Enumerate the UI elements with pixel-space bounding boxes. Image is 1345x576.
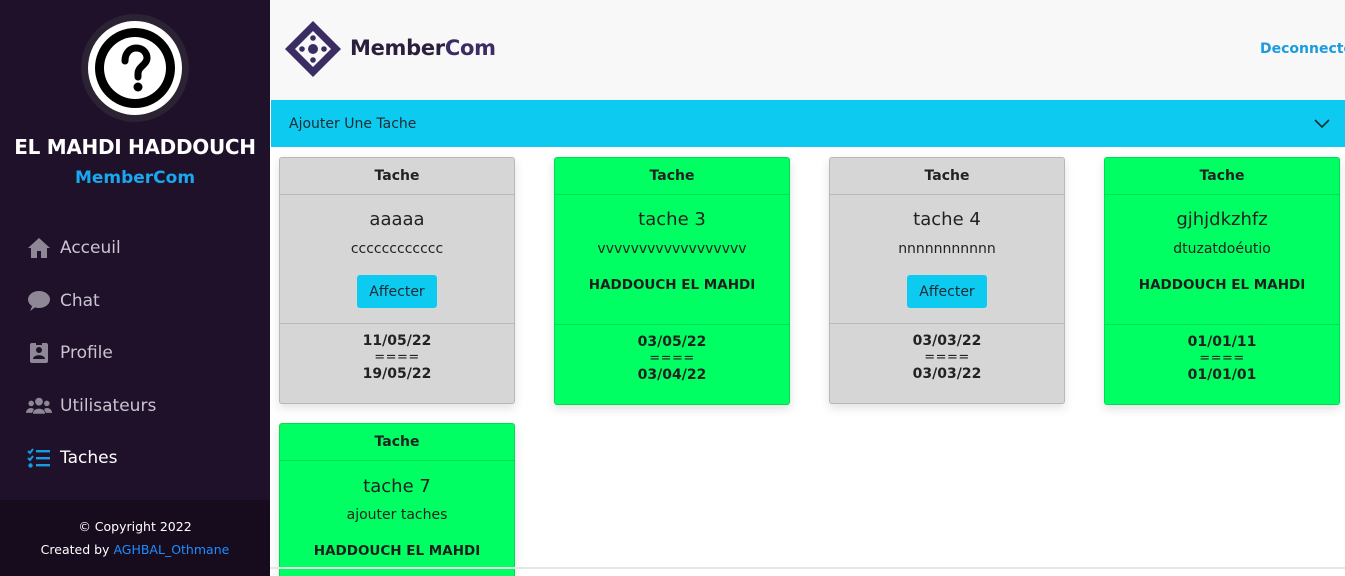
task-dates: 01/01/11 ==== 01/01/01 [1105, 324, 1339, 404]
sidebar-item-label: Chat [60, 290, 100, 311]
users-icon [26, 393, 52, 419]
task-card-body: tache 4 nnnnnnnnnnn Affecter [830, 195, 1064, 323]
task-description: ajouter taches [346, 507, 448, 523]
task-card-header: Tache [830, 158, 1064, 195]
task-date-start: 03/03/22 [912, 333, 982, 349]
tasks-icon [26, 445, 52, 471]
sidebar: EL MAHDI HADDOUCH MemberCom Acceuil Chat… [0, 0, 270, 576]
task-assignee: HADDOUCH EL MAHDI [588, 277, 756, 293]
chat-icon [26, 288, 52, 314]
sidebar-nav: Acceuil Chat Profile Utilisateurs Taches [0, 222, 270, 485]
task-card-body: gjhjdkzhfz dtuzatdoéutio HADDOUCH EL MAH… [1105, 195, 1339, 324]
membercom-logo-icon [284, 20, 342, 78]
task-card-header: Tache [280, 424, 514, 461]
task-card-body: tache 3 vvvvvvvvvvvvvvvvvv HADDOUCH EL M… [555, 195, 789, 324]
affecter-button[interactable]: Affecter [907, 275, 987, 308]
date-separator: ==== [1199, 351, 1245, 366]
sidebar-item-utilisateurs[interactable]: Utilisateurs [0, 380, 270, 433]
task-description: nnnnnnnnnnn [898, 241, 996, 257]
task-card: Tache gjhjdkzhfz dtuzatdoéutio HADDOUCH … [1104, 157, 1340, 405]
task-title: tache 4 [913, 209, 981, 230]
task-card-body: tache 7 ajouter taches HADDOUCH EL MAHDI [280, 461, 514, 576]
author-link[interactable]: AGHBAL_Othmane [113, 542, 229, 557]
logo-text-com: Com [444, 36, 496, 60]
sidebar-item-chat[interactable]: Chat [0, 275, 270, 328]
add-task-label: Ajouter Une Tache [289, 115, 417, 132]
sidebar-footer: © Copyright 2022 Created by AGHBAL_Othma… [0, 500, 270, 576]
task-date-end: 01/01/01 [1187, 367, 1257, 383]
task-date-start: 11/05/22 [362, 333, 432, 349]
task-card: Tache aaaaa cccccccccccc Affecter 11/05/… [279, 157, 515, 404]
user-name: EL MAHDI HADDOUCH [14, 135, 256, 159]
sidebar-item-label: Acceuil [60, 238, 121, 259]
sidebar-item-label: Taches [60, 448, 118, 469]
sidebar-item-acceuil[interactable]: Acceuil [0, 222, 270, 275]
task-date-end: 19/05/22 [362, 366, 432, 382]
affecter-button[interactable]: Affecter [357, 275, 437, 308]
task-card-body: aaaaa cccccccccccc Affecter [280, 195, 514, 323]
task-date-start: 03/05/22 [637, 334, 707, 350]
profile-icon [26, 340, 52, 366]
logo-text: MemberCom [350, 36, 496, 60]
task-title: gjhjdkzhfz [1176, 209, 1268, 230]
task-title: aaaaa [369, 209, 425, 230]
date-separator: ==== [649, 351, 695, 366]
avatar [81, 14, 189, 122]
task-date-end: 03/03/22 [912, 366, 982, 382]
task-card-header: Tache [555, 158, 789, 195]
chevron-down-icon [1314, 116, 1330, 129]
task-dates: 03/05/22 ==== 03/04/22 [555, 324, 789, 404]
task-card-header: Tache [280, 158, 514, 195]
date-separator: ==== [374, 350, 420, 365]
task-date-end: 03/04/22 [637, 367, 707, 383]
question-mark-icon [88, 21, 182, 115]
task-dates: 03/03/22 ==== 03/03/22 [830, 323, 1064, 403]
task-title: tache 3 [638, 209, 706, 230]
sidebar-item-label: Profile [60, 343, 113, 364]
sidebar-item-label: Utilisateurs [60, 395, 157, 416]
task-card: Tache tache 7 ajouter taches HADDOUCH EL… [279, 423, 515, 576]
sidebar-item-profile[interactable]: Profile [0, 327, 270, 380]
sidebar-item-taches[interactable]: Taches [0, 432, 270, 485]
created-by-text: Created by [40, 542, 110, 557]
task-description: dtuzatdoéutio [1173, 241, 1271, 257]
add-task-accordion[interactable]: Ajouter Une Tache [271, 100, 1345, 147]
task-assignee: HADDOUCH EL MAHDI [313, 543, 481, 559]
task-date-start: 01/01/11 [1187, 334, 1257, 350]
sidebar-brand: MemberCom [74, 168, 196, 188]
task-card-header: Tache [1105, 158, 1339, 195]
task-dates: 11/05/22 ==== 19/05/22 [280, 323, 514, 403]
home-icon [26, 235, 52, 261]
logo-text-member: Member [350, 36, 445, 60]
task-description: vvvvvvvvvvvvvvvvvv [597, 241, 747, 257]
task-assignee: HADDOUCH EL MAHDI [1138, 277, 1306, 293]
copyright-text: © Copyright 2022 [78, 519, 192, 534]
task-description: cccccccccccc [350, 241, 444, 257]
created-by-line: Created by AGHBAL_Othmane [0, 538, 270, 561]
task-card: Tache tache 4 nnnnnnnnnnn Affecter 03/03… [829, 157, 1065, 404]
task-title: tache 7 [363, 476, 431, 497]
page-bottom-divider [270, 567, 1345, 569]
header: MemberCom Deconnecte [270, 0, 1345, 100]
task-card: Tache tache 3 vvvvvvvvvvvvvvvvvv HADDOUC… [554, 157, 790, 405]
date-separator: ==== [924, 350, 970, 365]
logout-link[interactable]: Deconnecte [1260, 41, 1345, 57]
